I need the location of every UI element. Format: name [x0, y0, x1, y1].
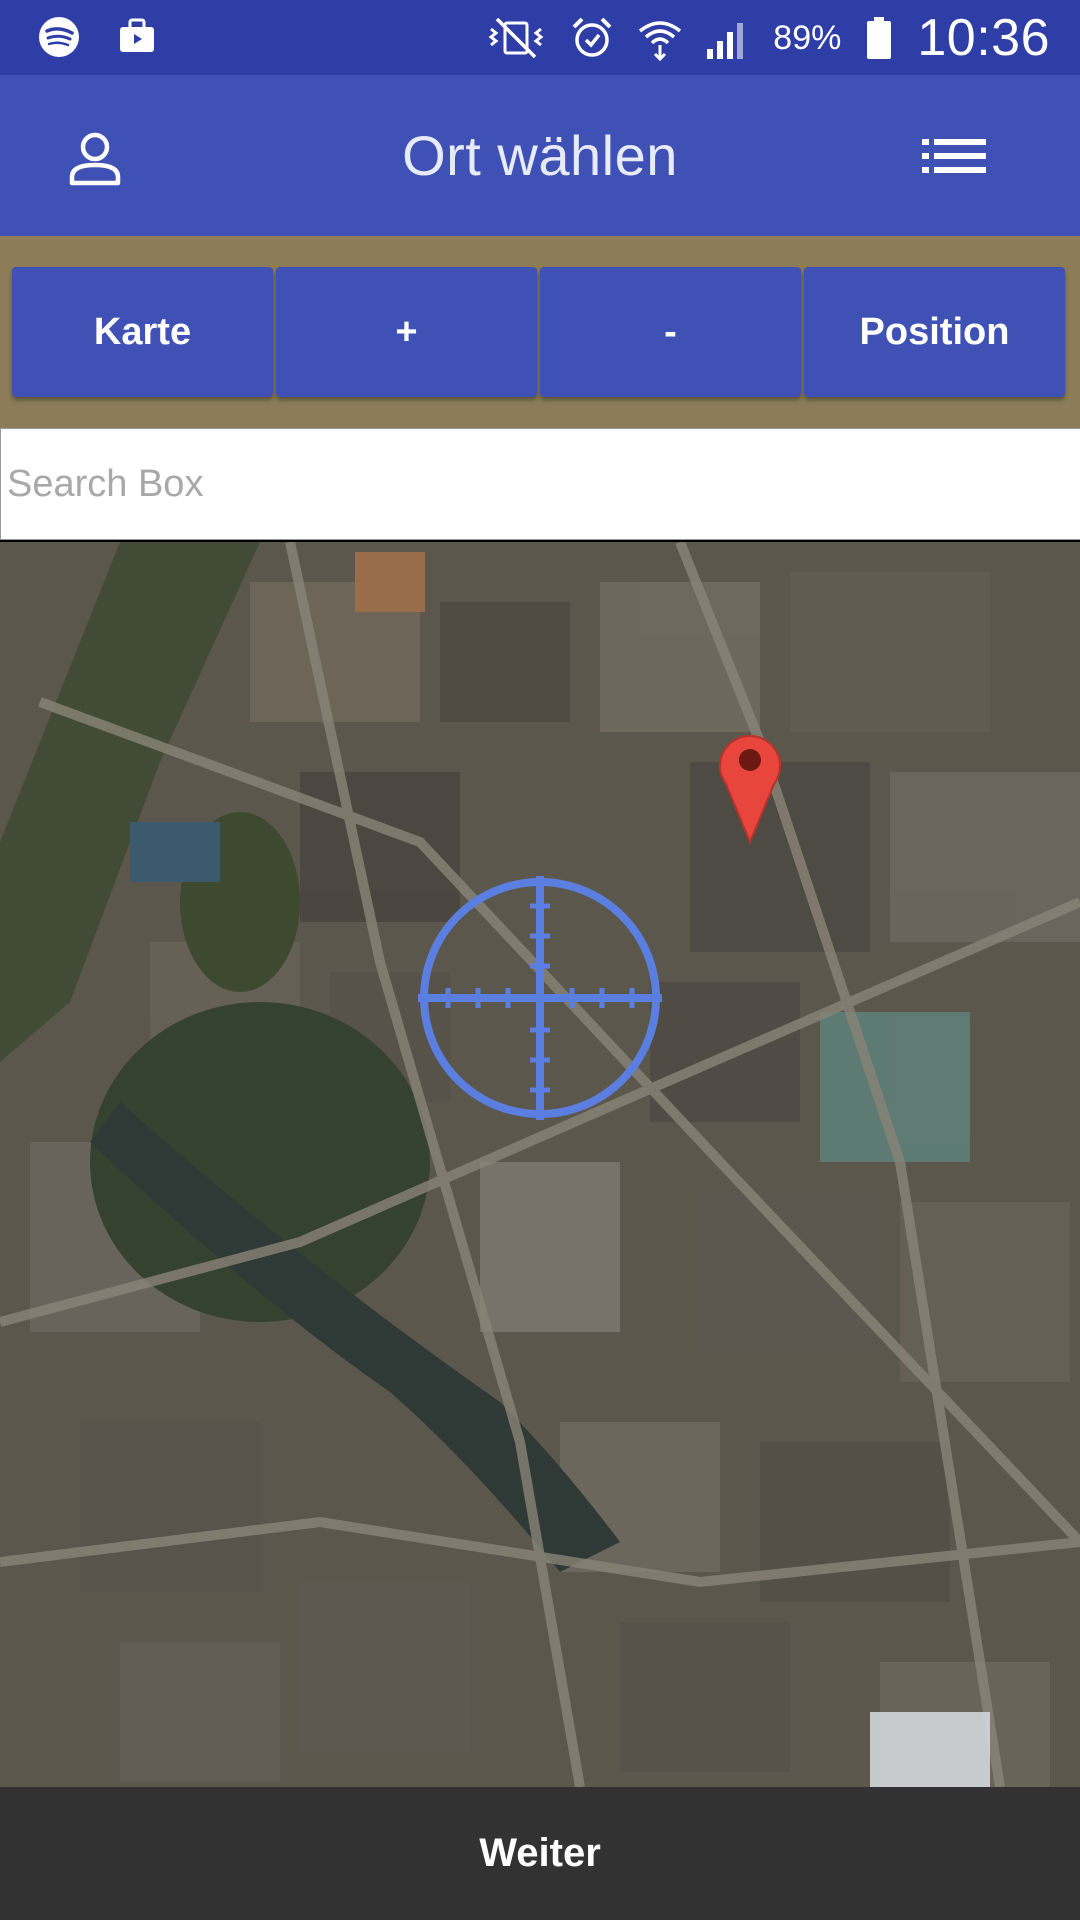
battery-percentage: 89% [773, 18, 842, 57]
list-icon[interactable] [920, 133, 990, 183]
search-box [0, 428, 1080, 540]
battery-icon [867, 17, 892, 59]
wifi-icon [639, 21, 682, 61]
map-pin-icon[interactable] [714, 726, 786, 844]
map-toolbar: Karte + - Position [0, 236, 1080, 428]
app-screen: 89% 10:36 Ort wählen Karte + - Position [0, 0, 1080, 1920]
zoom-in-button[interactable]: + [276, 267, 537, 397]
app-bar: Ort wählen [0, 75, 1080, 236]
signal-icon [707, 23, 744, 59]
satellite-map[interactable] [0, 542, 1080, 1787]
map-view[interactable] [0, 542, 1080, 1787]
alarm-icon [572, 17, 612, 57]
search-input[interactable] [1, 429, 1080, 539]
spotify-icon [39, 17, 79, 57]
clock: 10:36 [917, 9, 1050, 67]
zoom-out-button[interactable]: - [540, 267, 801, 397]
position-button[interactable]: Position [804, 267, 1065, 397]
vibrate-off-icon [488, 17, 544, 59]
briefcase-icon [120, 18, 154, 52]
page-title: Ort wählen [402, 124, 678, 187]
karte-button[interactable]: Karte [12, 267, 273, 397]
status-bar: 89% 10:36 [0, 0, 1080, 75]
crosshair-icon [418, 876, 662, 1120]
weiter-button[interactable]: Weiter [0, 1787, 1080, 1920]
